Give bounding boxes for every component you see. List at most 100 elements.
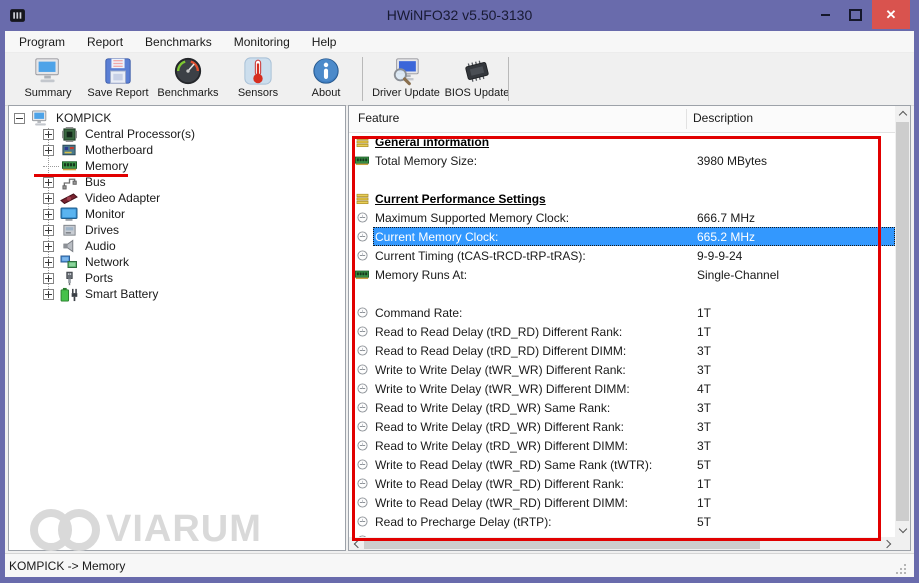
- feature-label: Write to Read Delay (tWR_RD) Different R…: [373, 477, 695, 491]
- toolbar-button-driver-update[interactable]: Driver Update: [369, 56, 443, 102]
- expand-box-icon[interactable]: [43, 289, 54, 300]
- details-row-total-memory-size[interactable]: Total Memory Size:3980 MBytes: [349, 151, 895, 170]
- tree-item-drives[interactable]: Drives: [9, 222, 345, 238]
- details-row-current-timing-tcas-trcd-trp-tras[interactable]: Current Timing (tCAS-tRCD-tRP-tRAS):9-9-…: [349, 246, 895, 265]
- system-tree-panel: KOMPICKCentral Processor(s)Motherboard Me…: [8, 105, 346, 551]
- tree-item-label: Motherboard: [83, 143, 155, 157]
- minimize-button[interactable]: [812, 0, 838, 29]
- toolbar-button-benchmarks[interactable]: Benchmarks: [155, 56, 221, 102]
- tree-item-audio[interactable]: Audio: [9, 238, 345, 254]
- collapse-box-icon[interactable]: [14, 113, 25, 124]
- memory-annotation-underline: [34, 174, 128, 177]
- vertical-scroll-thumb[interactable]: [896, 122, 909, 521]
- expand-box-icon[interactable]: [43, 273, 54, 284]
- scroll-right-button[interactable]: [880, 537, 895, 550]
- details-row-write-to-write-delay-twr-wr-different-rank[interactable]: Write to Write Delay (tWR_WR) Different …: [349, 360, 895, 379]
- toolbar-button-summary[interactable]: Summary: [19, 56, 77, 102]
- memory-icon: [355, 154, 369, 167]
- tree-item-motherboard[interactable]: Motherboard: [9, 142, 345, 158]
- details-row-body: Memory Runs At:Single-Channel: [373, 265, 895, 284]
- description-value: 3T: [695, 363, 895, 377]
- resize-grip[interactable]: [896, 564, 906, 574]
- details-row-current-memory-clock[interactable]: Current Memory Clock:665.2 MHz: [349, 227, 895, 246]
- feature-label: Maximum Supported Memory Clock:: [373, 211, 695, 225]
- feature-label: Write to Write Delay (tWR_WR) Different …: [373, 363, 695, 377]
- description-value: 3T: [695, 344, 895, 358]
- maximize-button[interactable]: [842, 0, 868, 29]
- feature-label: Read to Read Delay (tRD_RD) Different Ra…: [373, 325, 695, 339]
- toolbar-button-bios-update[interactable]: BIOS Update: [443, 56, 511, 102]
- vertical-scrollbar[interactable]: [895, 106, 910, 537]
- scroll-left-button[interactable]: [349, 537, 364, 550]
- details-blank-row: [349, 170, 895, 189]
- expand-box-icon[interactable]: [43, 257, 54, 268]
- details-row-body: Current Memory Clock:665.2 MHz: [373, 227, 895, 246]
- tree-item-smart-battery[interactable]: Smart Battery: [9, 286, 345, 302]
- scroll-right-icon: [882, 539, 890, 547]
- tree-item-network[interactable]: Network: [9, 254, 345, 270]
- details-row-write-to-write-delay-twr-wr-different-dimm[interactable]: Write to Write Delay (tWR_WR) Different …: [349, 379, 895, 398]
- feature-label: Memory Runs At:: [373, 268, 695, 282]
- tree-item-memory[interactable]: Memory: [9, 158, 345, 174]
- description-value: Single-Channel: [695, 268, 895, 282]
- tree-item-ports[interactable]: Ports: [9, 270, 345, 286]
- details-row-general-information[interactable]: General information: [349, 132, 895, 151]
- column-divider[interactable]: [686, 109, 687, 129]
- toolbar-button-save-report[interactable]: Save Report: [85, 56, 151, 102]
- menu-item-help[interactable]: Help: [301, 31, 348, 53]
- expand-box-icon[interactable]: [43, 129, 54, 140]
- menu-item-report[interactable]: Report: [76, 31, 134, 53]
- expand-box-icon[interactable]: [43, 177, 54, 188]
- expand-box-icon[interactable]: [43, 145, 54, 156]
- tree-item-video-adapter[interactable]: Video Adapter: [9, 190, 345, 206]
- close-button[interactable]: ✕: [872, 0, 910, 29]
- menu-item-monitoring[interactable]: Monitoring: [223, 31, 301, 53]
- tree-item-root[interactable]: KOMPICK: [9, 110, 345, 126]
- details-row-read-to-read-delay-trd-rd-different-dimm[interactable]: Read to Read Delay (tRD_RD) Different DI…: [349, 341, 895, 360]
- details-row-read-to-read-delay-trd-rd-different-rank[interactable]: Read to Read Delay (tRD_RD) Different Ra…: [349, 322, 895, 341]
- details-row-write-to-read-delay-twr-rd-different-rank[interactable]: Write to Read Delay (tWR_RD) Different R…: [349, 474, 895, 493]
- driver-update-icon: [391, 56, 421, 86]
- details-row-write-to-read-delay-twr-rd-same-rank-twtr[interactable]: Write to Read Delay (tWR_RD) Same Rank (…: [349, 455, 895, 474]
- clock-icon: [355, 420, 369, 433]
- toolbar-button-sensors[interactable]: Sensors: [229, 56, 287, 102]
- details-row-read-to-precharge-delay-trtp[interactable]: Read to Precharge Delay (tRTP):5T: [349, 512, 895, 531]
- toolbar-button-label: Summary: [24, 87, 71, 99]
- details-row-current-performance-settings[interactable]: Current Performance Settings: [349, 189, 895, 208]
- watermark: VIARUM: [30, 508, 262, 551]
- scroll-down-button[interactable]: [895, 522, 910, 537]
- details-row-read-to-write-delay-trd-wr-different-dimm[interactable]: Read to Write Delay (tRD_WR) Different D…: [349, 436, 895, 455]
- details-row-read-to-write-delay-trd-wr-different-rank[interactable]: Read to Write Delay (tRD_WR) Different R…: [349, 417, 895, 436]
- toolbar-button-about[interactable]: About: [297, 56, 355, 102]
- tree-item-monitor[interactable]: Monitor: [9, 206, 345, 222]
- tree-item-central-processor-s[interactable]: Central Processor(s): [9, 126, 345, 142]
- tree-item-label: Memory: [83, 159, 130, 173]
- expand-box-icon[interactable]: [43, 241, 54, 252]
- sensors-thermometer-icon: [243, 56, 273, 86]
- feature-label: Current Timing (tCAS-tRCD-tRP-tRAS):: [373, 249, 695, 263]
- expand-box-icon[interactable]: [43, 209, 54, 220]
- details-row-memory-runs-at[interactable]: Memory Runs At:Single-Channel: [349, 265, 895, 284]
- feature-label: Write to Write Delay (tWR_WR) Different …: [373, 382, 695, 396]
- expand-box-icon[interactable]: [43, 225, 54, 236]
- details-row-command-rate[interactable]: Command Rate:1T: [349, 303, 895, 322]
- details-row-write-to-read-delay-twr-rd-different-dimm[interactable]: Write to Read Delay (tWR_RD) Different D…: [349, 493, 895, 512]
- horizontal-scrollbar[interactable]: [349, 537, 895, 550]
- horizontal-scroll-thumb[interactable]: [364, 538, 760, 549]
- tree-leaf-connector: [43, 166, 59, 167]
- description-value: 665.2 MHz: [695, 230, 895, 244]
- video-adapter-icon: [59, 190, 79, 206]
- details-row-body: Read to Read Delay (tRD_RD) Different Ra…: [373, 322, 895, 341]
- menu-item-program[interactable]: Program: [8, 31, 76, 53]
- menu-bar: ProgramReportBenchmarksMonitoringHelp: [5, 31, 914, 53]
- details-row-read-to-write-delay-trd-wr-same-rank[interactable]: Read to Write Delay (tRD_WR) Same Rank:3…: [349, 398, 895, 417]
- description-column-header[interactable]: Description: [693, 111, 753, 125]
- scroll-up-button[interactable]: [895, 106, 910, 121]
- details-row-maximum-supported-memory-clock[interactable]: Maximum Supported Memory Clock:666.7 MHz: [349, 208, 895, 227]
- menu-item-benchmarks[interactable]: Benchmarks: [134, 31, 223, 53]
- expand-box-icon[interactable]: [43, 193, 54, 204]
- feature-column-header[interactable]: Feature: [358, 111, 399, 125]
- description-value: 3T: [695, 439, 895, 453]
- details-row-body: Current Performance Settings: [373, 189, 895, 208]
- details-rows: General informationTotal Memory Size:398…: [349, 132, 895, 537]
